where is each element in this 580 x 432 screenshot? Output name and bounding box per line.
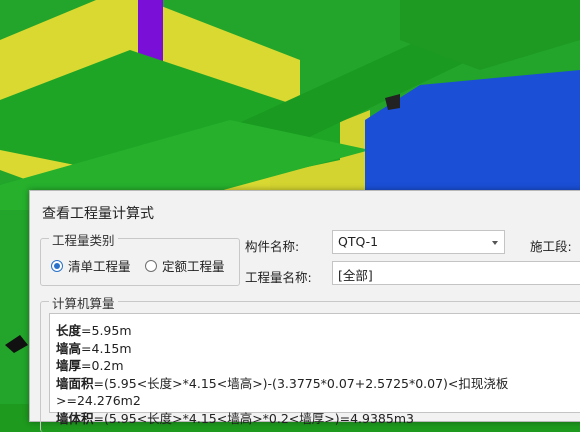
radio-unselected-icon [145,259,157,272]
chevron-down-icon [492,241,498,245]
component-name-label: 构件名称: [245,239,300,254]
quantity-name-value: [全部] [338,268,373,283]
calc-formula-box[interactable]: 长度=5.95m 墙高=4.15m 墙厚=0.2m 墙面积=(5.95<长度>*… [49,313,580,426]
quantity-type-group: 工程量类别 清单工程量 定额工程量 [40,230,240,286]
radio-bill-quantity-label: 清单工程量 [68,259,131,274]
radio-quota-quantity[interactable]: 定额工程量 [145,256,225,275]
radio-selected-icon [51,259,63,272]
component-name-select[interactable]: QTQ-1 [332,230,505,254]
quantity-name-label: 工程量名称: [245,270,312,285]
radio-bill-quantity[interactable]: 清单工程量 [51,256,131,275]
calc-line-length: 长度=5.95m [56,323,132,338]
calc-line-wall-volume: 墙体积=(5.95<长度>*4.15<墙高>*0.2<墙厚>)=4.9385m3 [56,410,414,426]
calc-line-wall-thickness: 墙厚=0.2m [56,358,124,373]
quantity-name-field[interactable]: [全部] [332,261,580,285]
calc-line-wall-height: 墙高=4.15m [56,340,132,356]
construction-stage-label: 施工段: [530,239,572,254]
calc-line-wall-area: 墙面积=(5.95<长度>*4.15<墙高>)-(3.3775*0.07+2.5… [56,375,509,409]
calc-group-label: 计算机算量 [49,293,118,312]
radio-quota-quantity-label: 定额工程量 [162,259,225,274]
quantity-formula-dialog: 查看工程量计算式 工程量类别 清单工程量 定额工程量 构件名称: QTQ-1 施… [29,190,580,432]
component-name-value: QTQ-1 [338,234,379,249]
dialog-title: 查看工程量计算式 [42,206,154,222]
quantity-type-label: 工程量类别 [49,230,118,249]
